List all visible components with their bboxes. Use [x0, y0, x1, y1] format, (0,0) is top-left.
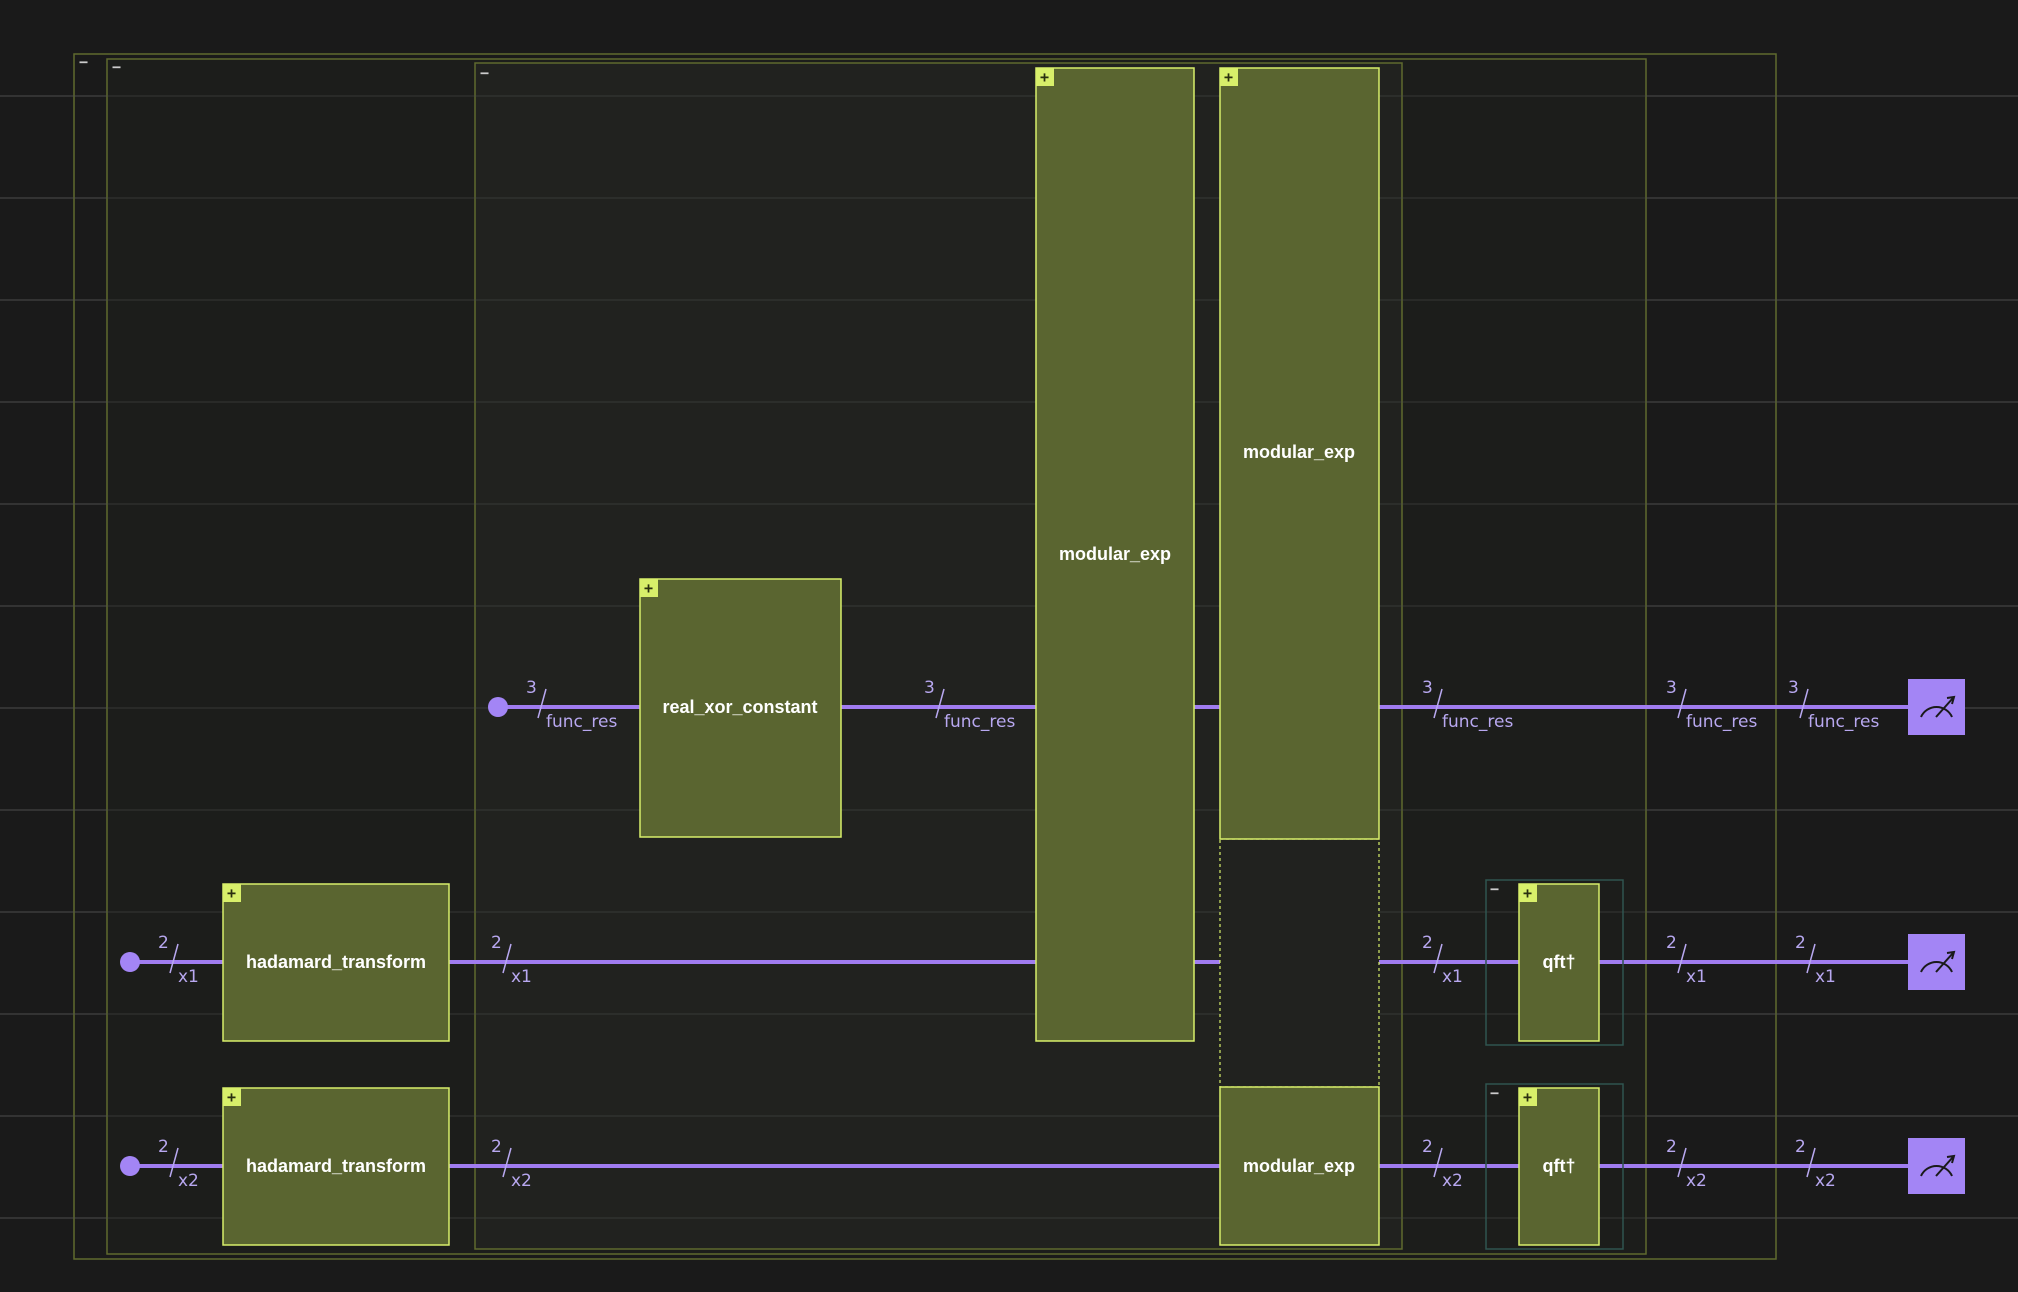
register-size: 2: [1666, 933, 1677, 953]
gate-label: real_xor_constant: [662, 697, 817, 717]
bundle-slash: [1677, 1147, 1687, 1178]
qubit-init-dot-icon[interactable]: [120, 952, 140, 972]
register-name: x1: [1815, 967, 1836, 987]
register-size: 2: [1422, 933, 1433, 953]
measurement-meter-icon[interactable]: [1908, 679, 1965, 735]
qubit-init-dot-icon[interactable]: [488, 697, 508, 717]
expand-button[interactable]: +: [1224, 68, 1233, 86]
expand-button[interactable]: +: [1523, 884, 1532, 902]
qft-frame-collapse-button[interactable]: −: [1490, 1084, 1499, 1102]
register-size: 2: [158, 933, 169, 953]
qubit-init-dot-icon[interactable]: [120, 1156, 140, 1176]
bundle-slash: [1677, 688, 1687, 719]
gate-real-xor-constant[interactable]: + real_xor_constant: [639, 578, 842, 838]
register-size: 2: [1666, 1137, 1677, 1157]
bundle-slash: [1677, 943, 1687, 974]
register-name: x2: [1815, 1171, 1836, 1191]
gate-label: modular_exp: [1243, 442, 1355, 462]
register-name: x2: [1442, 1171, 1463, 1191]
gate-label: hadamard_transform: [246, 952, 426, 972]
register-name: func_res: [546, 712, 617, 732]
gate-label: modular_exp: [1059, 544, 1171, 564]
bundle-slash: [1806, 943, 1816, 974]
gate-modular-exp-1[interactable]: + modular_exp: [1035, 67, 1195, 1042]
qft-frame-collapse-button[interactable]: −: [1490, 880, 1499, 898]
register-size: 2: [491, 933, 502, 953]
gate-qft-dagger-x1[interactable]: + qft†: [1518, 883, 1600, 1042]
expand-button[interactable]: +: [227, 884, 236, 902]
register-size: 2: [1422, 1137, 1433, 1157]
register-size: 2: [1795, 933, 1806, 953]
bundle-slash: [1806, 1147, 1816, 1178]
measurements: [1908, 679, 1965, 1194]
register-name: x1: [178, 967, 199, 987]
expand-button[interactable]: +: [644, 579, 653, 597]
frame-outer-collapse-button[interactable]: −: [79, 53, 88, 71]
register-size: 3: [526, 678, 537, 698]
register-name: x2: [1686, 1171, 1707, 1191]
gate-hadamard-x2[interactable]: + hadamard_transform: [222, 1087, 450, 1246]
measurement-meter-icon[interactable]: [1908, 934, 1965, 990]
expand-button[interactable]: +: [1523, 1088, 1532, 1106]
register-name: func_res: [1442, 712, 1513, 732]
measurement-meter-icon[interactable]: [1908, 1138, 1965, 1194]
gate-label: qft†: [1543, 952, 1576, 972]
register-size: 3: [1788, 678, 1799, 698]
register-size: 2: [158, 1137, 169, 1157]
register-name: x2: [178, 1171, 199, 1191]
register-name: x1: [511, 967, 532, 987]
register-size: 3: [924, 678, 935, 698]
frame-inner-collapse-button[interactable]: −: [480, 64, 489, 82]
gate-qft-dagger-x2[interactable]: + qft†: [1518, 1087, 1600, 1246]
register-name: x1: [1686, 967, 1707, 987]
circuit-canvas: − − − 3 func_res 3 func_res 3 func_res 3 func_r…: [0, 53, 2018, 1260]
expand-button[interactable]: +: [1040, 68, 1049, 86]
bundle-slash: [1799, 688, 1809, 719]
gate-hadamard-x1[interactable]: + hadamard_transform: [222, 883, 450, 1042]
register-size: 3: [1422, 678, 1433, 698]
register-name: func_res: [1808, 712, 1879, 732]
register-name: x2: [511, 1171, 532, 1191]
gate-modular-exp-2[interactable]: + modular_exp modular_exp: [1219, 67, 1380, 1246]
register-size: 2: [491, 1137, 502, 1157]
gate-label: hadamard_transform: [246, 1156, 426, 1176]
register-name: x1: [1442, 967, 1463, 987]
register-name: func_res: [944, 712, 1015, 732]
register-name: func_res: [1686, 712, 1757, 732]
gate-label: qft†: [1543, 1156, 1576, 1176]
register-size: 3: [1666, 678, 1677, 698]
gate-label: modular_exp: [1243, 1156, 1355, 1176]
frame-main-collapse-button[interactable]: −: [112, 58, 121, 76]
expand-button[interactable]: +: [227, 1088, 236, 1106]
register-size: 2: [1795, 1137, 1806, 1157]
